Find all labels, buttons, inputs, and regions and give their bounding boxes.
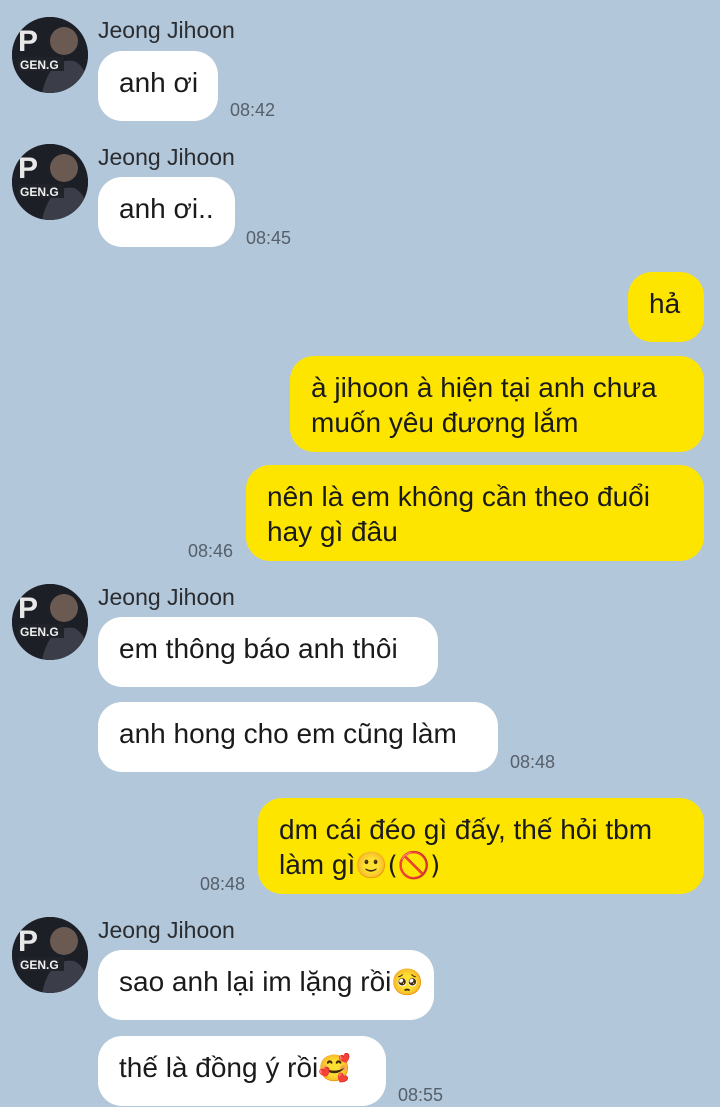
smiling-hearts-emoji: 🥰 [318,1054,351,1084]
message-bubble[interactable]: hả [628,272,704,342]
message-bubble[interactable]: thế là đồng ý rồi🥰 [98,1036,386,1106]
message-time: 08:45 [246,228,292,248]
message-bubble[interactable]: à jihoon à hiện tại anh chưa muốn yêu đư… [290,356,704,452]
sender-name: Jeong Jihoon [98,584,235,610]
contact-avatar[interactable]: P GEN.G [12,917,88,993]
contact-avatar[interactable]: P GEN.G [12,144,88,220]
message-bubble[interactable]: sao anh lại im lặng rồi🥺 [98,950,434,1020]
message-text: thế là đồng ý rồi [119,1052,319,1083]
svg-text:P: P [18,925,38,958]
message-time: 08:46 [188,541,234,561]
message-text: sao anh lại im lặng rồi [119,966,392,997]
sender-name: Jeong Jihoon [98,144,235,170]
message-text-line: à jihoon à hiện tại anh chưa [311,372,657,403]
svg-text:P: P [18,25,38,58]
message-text-line: hay gì đâu [267,516,398,547]
message-text: em thông báo anh thôi [119,633,398,664]
message-text-line: nên là em không cần theo đuổi [267,481,650,512]
avatar-logo-text: GEN.G [20,185,59,199]
avatar-logo-text: GEN.G [20,958,59,972]
message-bubble[interactable]: anh ơi.. [98,177,235,247]
smile-no-entry-emoji: 🙂(🚫) [355,851,441,881]
svg-text:P: P [18,152,38,185]
message-bubble[interactable]: anh ơi [98,51,218,121]
message-bubble[interactable]: em thông báo anh thôi [98,617,438,687]
message-text: anh ơi.. [119,193,214,224]
pleading-face-emoji: 🥺 [391,968,424,998]
svg-text:P: P [18,592,38,625]
message-bubble[interactable]: dm cái đéo gì đấy, thế hỏi tbm làm gì🙂(🚫… [258,798,704,894]
message-text-line: làm gì [279,849,356,880]
message-time: 08:48 [510,752,556,772]
message-text: anh ơi [119,67,199,98]
avatar-logo-text: GEN.G [20,58,59,72]
sender-name: Jeong Jihoon [98,17,235,43]
avatar-logo-text: GEN.G [20,625,59,639]
message-text-line: muốn yêu đương lắm [311,407,579,438]
message-text: anh hong cho em cũng làm [119,718,457,749]
message-time: 08:55 [398,1085,444,1105]
contact-avatar[interactable]: P GEN.G [12,584,88,660]
contact-avatar[interactable]: P GEN.G [12,17,88,93]
sender-name: Jeong Jihoon [98,917,235,943]
message-text-line: dm cái đéo gì đấy, thế hỏi tbm [279,814,653,845]
message-time: 08:42 [230,100,276,120]
message-bubble[interactable]: nên là em không cần theo đuổi hay gì đâu [246,465,704,561]
message-text: hả [649,288,681,319]
message-time: 08:48 [200,874,246,894]
message-bubble[interactable]: anh hong cho em cũng làm [98,702,498,772]
